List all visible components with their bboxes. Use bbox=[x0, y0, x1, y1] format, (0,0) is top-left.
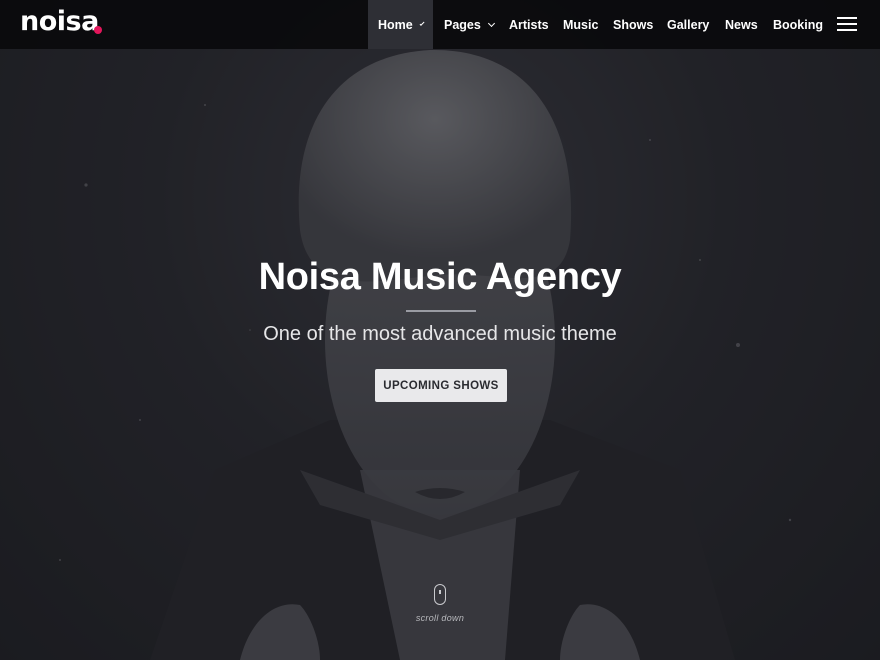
nav-item-gallery[interactable]: Gallery bbox=[657, 0, 719, 49]
scroll-down-label[interactable]: scroll down bbox=[0, 613, 880, 623]
nav-item-shows[interactable]: Shows bbox=[603, 0, 663, 49]
nav-item-pages[interactable]: Pages bbox=[434, 0, 504, 49]
hero-section: Noisa Music Agency One of the most advan… bbox=[0, 0, 880, 660]
nav-item-home[interactable]: Home bbox=[368, 0, 433, 49]
logo-dot-icon bbox=[94, 26, 102, 34]
nav-item-label: News bbox=[725, 17, 758, 32]
nav-item-news[interactable]: News bbox=[715, 0, 768, 49]
nav-item-label: Shows bbox=[613, 17, 654, 32]
chevron-down-icon bbox=[419, 20, 425, 26]
brand-logo[interactable]: noisa bbox=[20, 6, 99, 37]
upcoming-shows-button[interactable]: UPCOMING SHOWS bbox=[375, 369, 507, 402]
hero-subtitle: One of the most advanced music theme bbox=[263, 323, 617, 345]
title-divider bbox=[406, 310, 476, 312]
top-navigation-bar: noisa Home Pages Artists Music Shows Gal… bbox=[0, 0, 880, 49]
nav-item-label: Artists bbox=[509, 17, 549, 32]
mouse-scroll-icon[interactable] bbox=[434, 584, 446, 605]
hero-title: Noisa Music Agency bbox=[258, 256, 622, 298]
nav-item-artists[interactable]: Artists bbox=[499, 0, 559, 49]
nav-item-music[interactable]: Music bbox=[553, 0, 608, 49]
hamburger-menu-icon[interactable] bbox=[837, 17, 857, 31]
nav-item-label: Home bbox=[378, 17, 413, 32]
chevron-down-icon bbox=[487, 19, 495, 27]
nav-item-booking[interactable]: Booking bbox=[763, 0, 833, 49]
nav-item-label: Music bbox=[563, 17, 599, 32]
nav-item-label: Pages bbox=[444, 17, 481, 32]
nav-item-label: Booking bbox=[773, 17, 823, 32]
nav-item-label: Gallery bbox=[667, 17, 710, 32]
